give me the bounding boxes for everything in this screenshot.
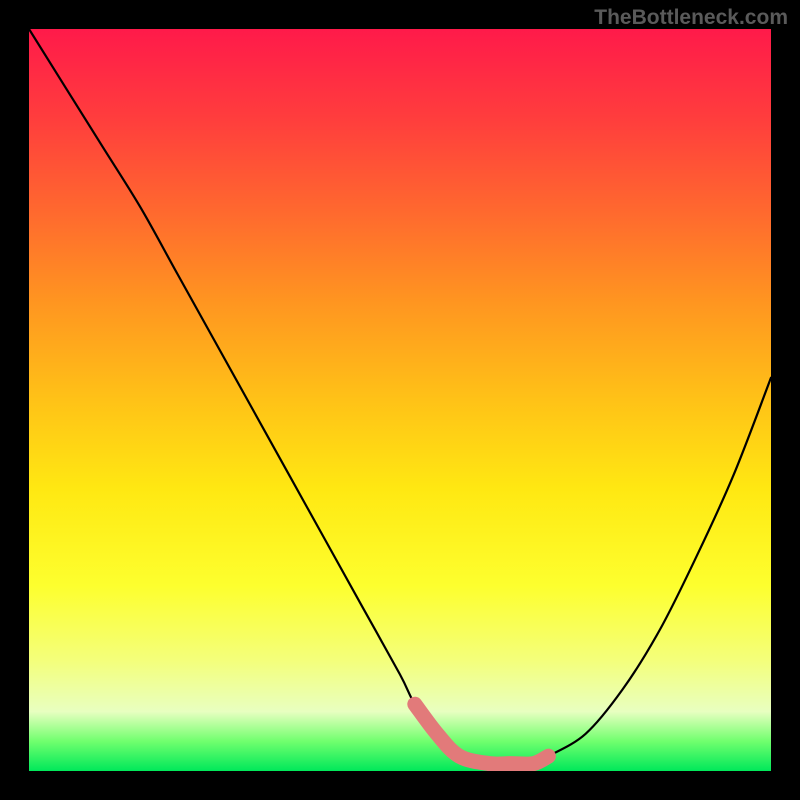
- chart-svg: [29, 29, 771, 771]
- watermark-text: TheBottleneck.com: [594, 6, 788, 30]
- bottleneck-curve-line: [29, 29, 771, 764]
- optimal-range-marker-line: [415, 704, 549, 764]
